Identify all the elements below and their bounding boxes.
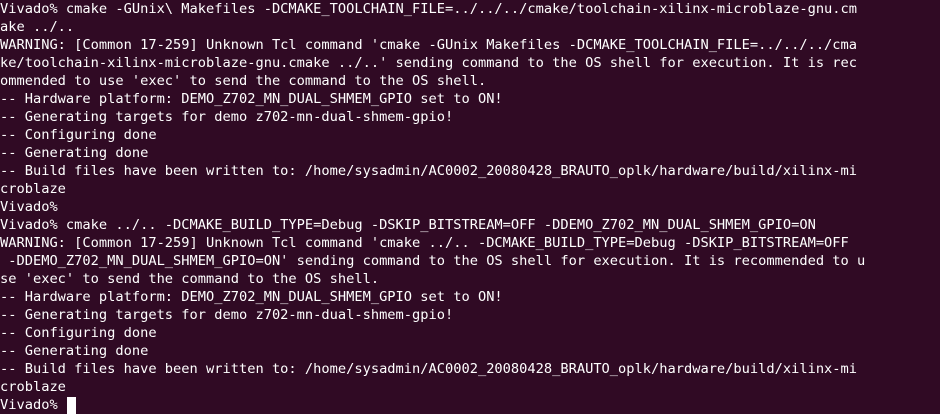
terminal-line: -- Generating done (0, 145, 149, 161)
terminal-line: -- Build files have been written to: /ho… (0, 163, 858, 179)
terminal-line: se 'exec' to send the command to the OS … (0, 271, 380, 287)
terminal-line: -- Generating done (0, 343, 149, 359)
prompt-spacer (58, 396, 66, 414)
terminal-line: -- Build files have been written to: /ho… (0, 361, 858, 377)
terminal-line: -- Hardware platform: DEMO_Z702_MN_DUAL_… (0, 91, 503, 107)
terminal-line: -- Configuring done (0, 325, 157, 341)
terminal-line: WARNING: [Common 17-259] Unknown Tcl com… (0, 235, 849, 251)
text-cursor (66, 396, 76, 414)
command-prompt-line[interactable]: Vivado% (0, 396, 940, 414)
terminal-line: ke/toolchain-xilinx-microblaze-gnu.cmake… (0, 55, 858, 71)
terminal-line: -- Hardware platform: DEMO_Z702_MN_DUAL_… (0, 289, 503, 305)
terminal-line: croblaze (0, 181, 66, 197)
terminal-line: -- Generating targets for demo z702-mn-d… (0, 307, 454, 323)
prompt-label: Vivado% (0, 397, 58, 413)
terminal-line: Vivado% cmake -GUnix\ Makefiles -DCMAKE_… (0, 1, 858, 17)
terminal-line: -DDEMO_Z702_MN_DUAL_SHMEM_GPIO=ON' sendi… (0, 253, 866, 269)
terminal-line: Vivado% (0, 199, 58, 215)
terminal-line: -- Generating targets for demo z702-mn-d… (0, 109, 454, 125)
terminal-line: ake ../.. (0, 19, 75, 35)
terminal-line: Vivado% cmake ../.. -DCMAKE_BUILD_TYPE=D… (0, 217, 816, 233)
terminal-window[interactable]: Vivado% cmake -GUnix\ Makefiles -DCMAKE_… (0, 0, 940, 414)
terminal-line: -- Configuring done (0, 127, 157, 143)
terminal-line: ommended to use 'exec' to send the comma… (0, 73, 487, 89)
terminal-line: croblaze (0, 379, 66, 395)
terminal-line: WARNING: [Common 17-259] Unknown Tcl com… (0, 37, 858, 53)
